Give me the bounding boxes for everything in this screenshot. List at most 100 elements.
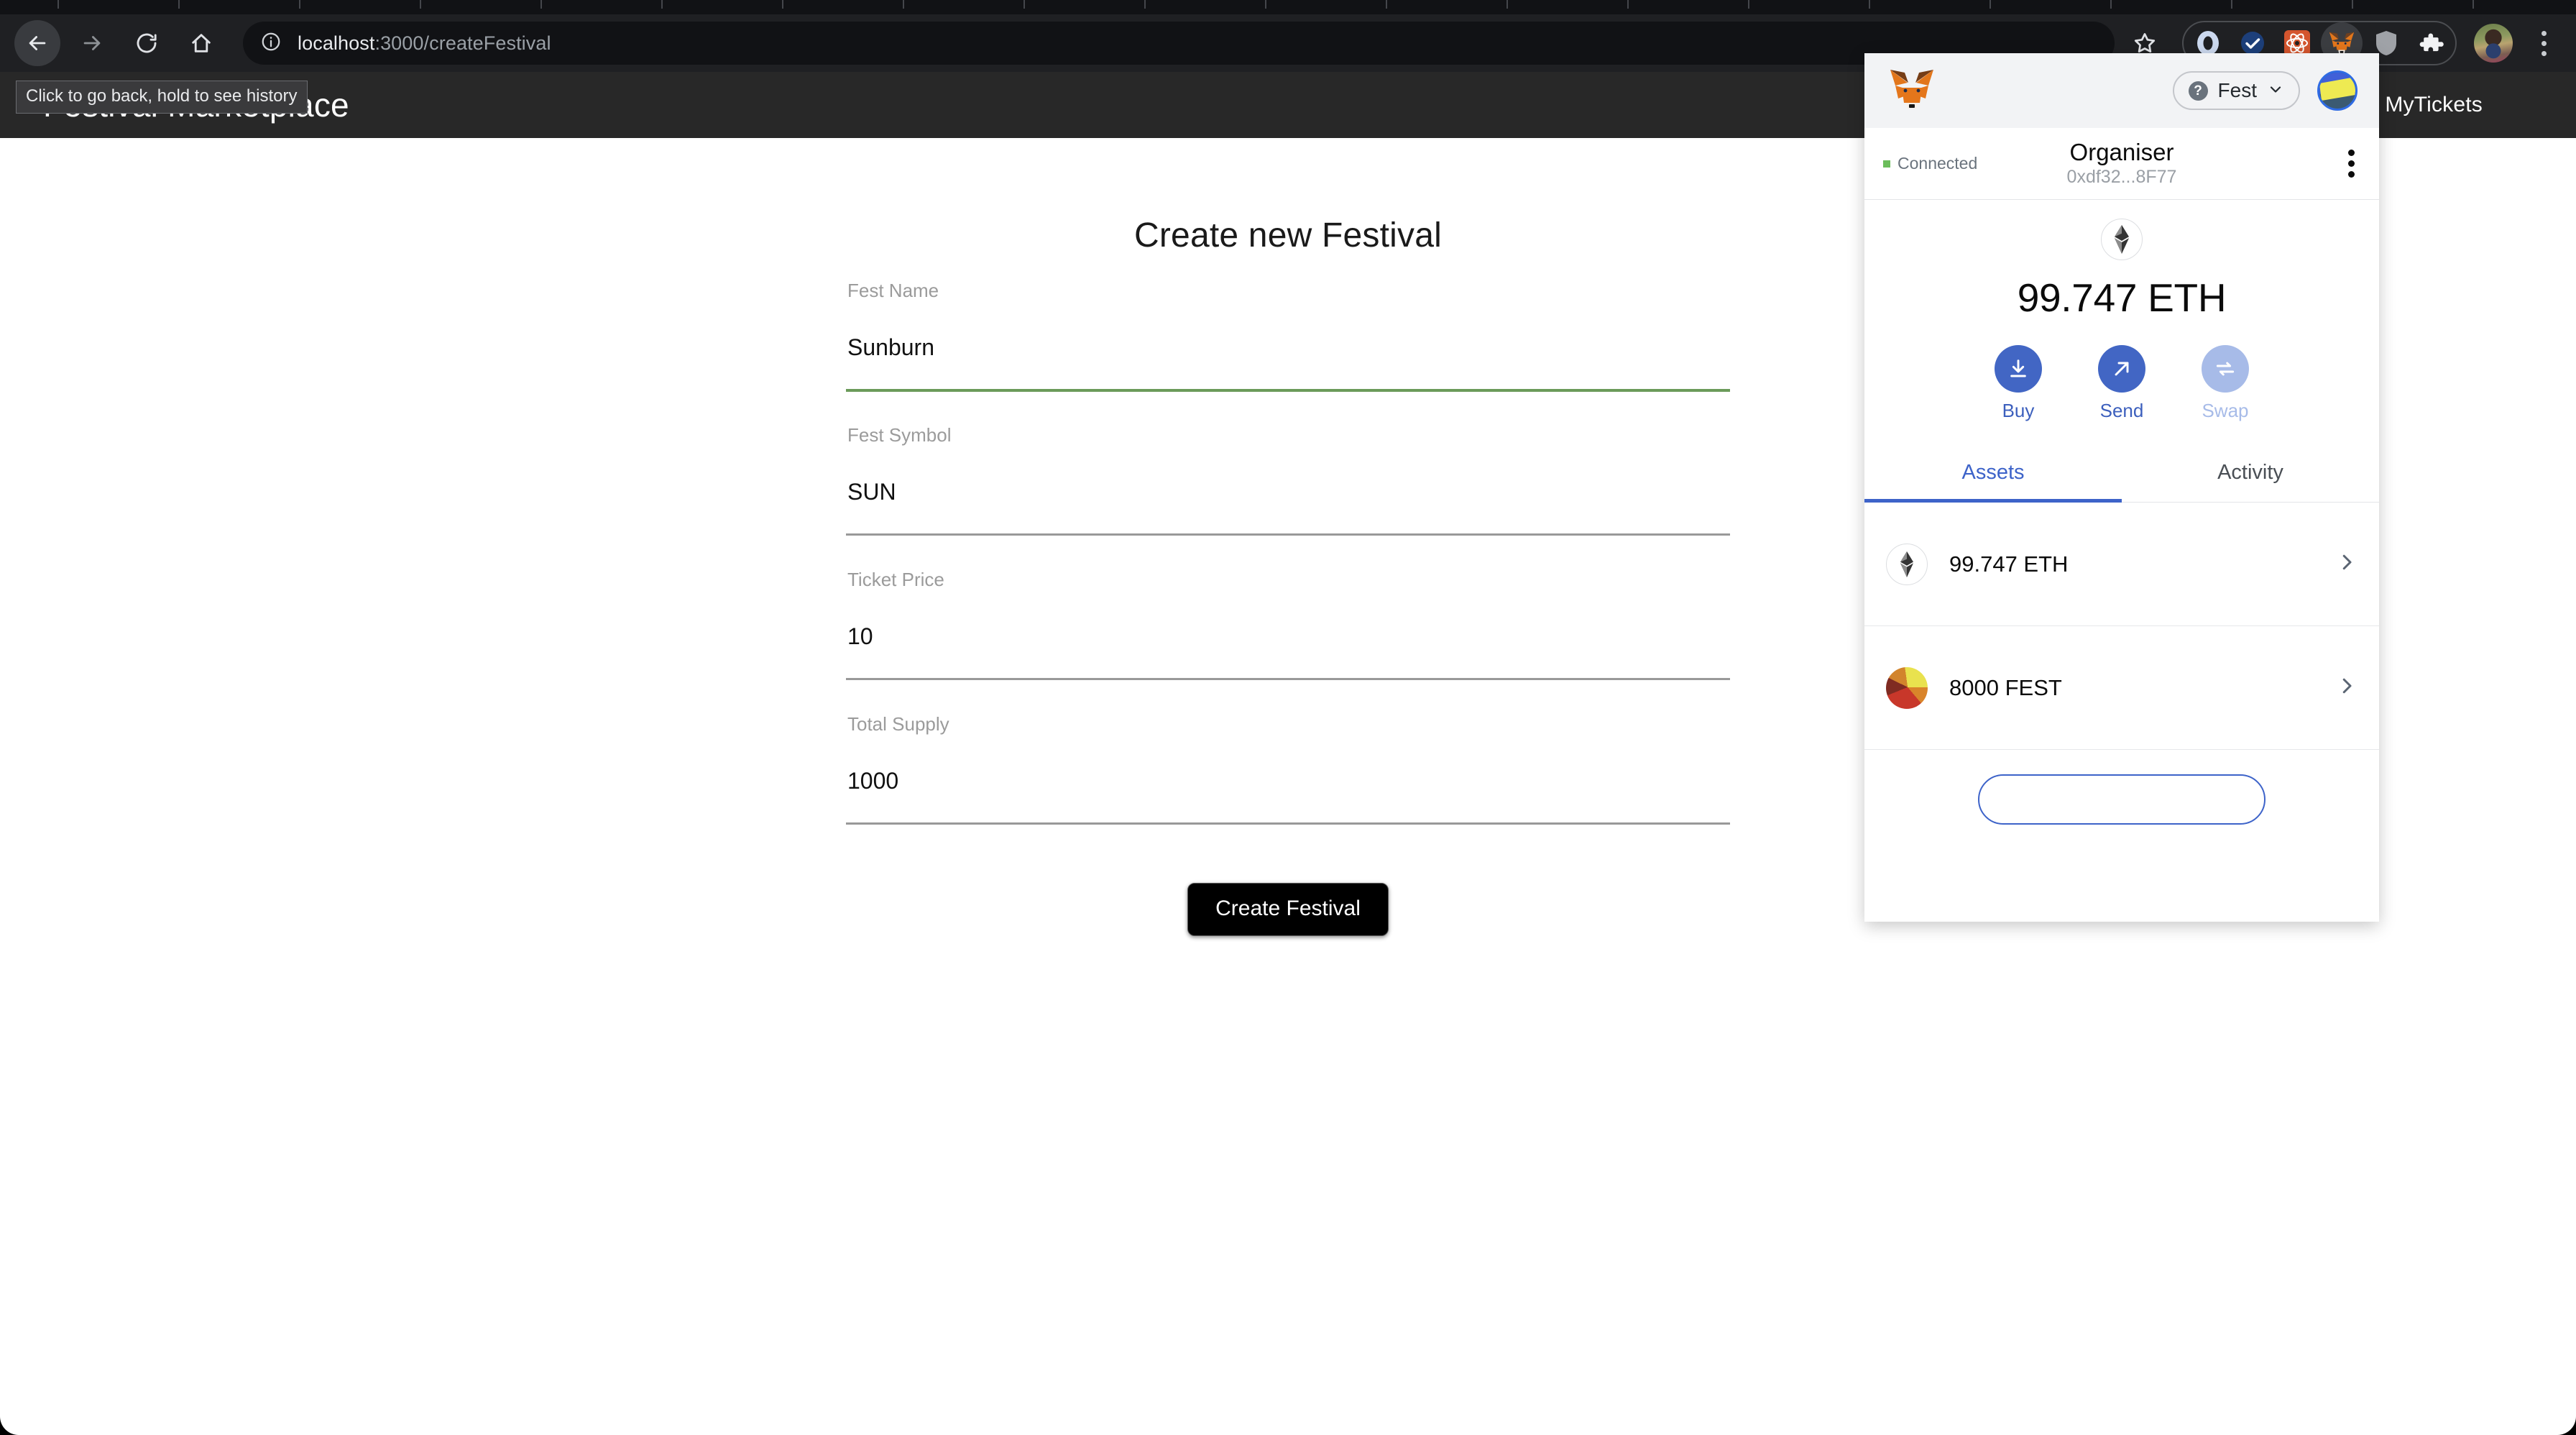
- tab-separator: [1627, 0, 1629, 9]
- network-name: Fest: [2218, 79, 2257, 102]
- tab-separator: [299, 0, 300, 9]
- field-label-ticket-price: Ticket Price: [846, 569, 1730, 591]
- asset-row-fest[interactable]: 8000 FEST: [1864, 626, 2379, 750]
- tab-strip[interactable]: [0, 0, 2576, 14]
- back-arrow-icon[interactable]: [14, 20, 60, 66]
- input-ticket-price[interactable]: 10: [846, 623, 1730, 650]
- puzzle-extensions-icon[interactable]: [2416, 29, 2445, 58]
- menu-dot: [2348, 171, 2355, 178]
- tab-separator: [2352, 0, 2353, 9]
- swap-arrows-icon: [2202, 345, 2249, 393]
- tab-separator: [1748, 0, 1749, 9]
- tab-separator: [1869, 0, 1870, 9]
- asset-row-eth[interactable]: 99.747 ETH: [1864, 503, 2379, 626]
- tab-separator: [58, 0, 59, 9]
- tab-separator: [2231, 0, 2232, 9]
- reload-icon[interactable]: [124, 20, 170, 66]
- tab-separator: [1386, 0, 1387, 9]
- metamask-popup: ? Fest Connected: [1864, 53, 2379, 922]
- buy-button[interactable]: Buy: [1995, 345, 2042, 422]
- field-label-fest-symbol: Fest Symbol: [846, 424, 1730, 446]
- url-host: localhost: [298, 32, 374, 54]
- menu-dot: [2348, 150, 2355, 156]
- field-underline-ticket-price: [846, 678, 1730, 680]
- tab-separator: [2472, 0, 2474, 9]
- account-avatar[interactable]: [2317, 70, 2358, 111]
- menu-dot: [2542, 31, 2547, 36]
- send-label: Send: [2100, 400, 2144, 422]
- tab-separator: [420, 0, 421, 9]
- site-info-icon[interactable]: [260, 31, 282, 56]
- input-total-supply[interactable]: 1000: [846, 768, 1730, 794]
- field-label-fest-name: Fest Name: [846, 280, 1730, 302]
- send-button[interactable]: Send: [2098, 345, 2145, 422]
- connected-label: Connected: [1898, 154, 1977, 173]
- forward-arrow-icon[interactable]: [69, 20, 115, 66]
- create-festival-form: Create new Festival Fest Name Sunburn Fe…: [846, 216, 1730, 936]
- field-ticket-price[interactable]: Ticket Price 10: [846, 569, 1730, 704]
- metamask-actions: Buy Send Swap: [1864, 345, 2379, 422]
- menu-dot: [2542, 41, 2547, 46]
- form-title: Create new Festival: [846, 216, 1730, 255]
- swap-label: Swap: [2202, 400, 2248, 422]
- field-total-supply[interactable]: Total Supply 1000: [846, 713, 1730, 848]
- tab-assets[interactable]: Assets: [1864, 448, 2122, 503]
- field-fest-symbol[interactable]: Fest Symbol SUN: [846, 424, 1730, 559]
- tab-activity[interactable]: Activity: [2122, 448, 2379, 503]
- fest-token-icon: [1886, 667, 1928, 709]
- tab-separator: [782, 0, 783, 9]
- ethereum-icon: [2101, 219, 2143, 260]
- tab-separator: [903, 0, 904, 9]
- field-underline-fest-symbol: [846, 533, 1730, 536]
- buy-label: Buy: [2002, 400, 2035, 422]
- question-mark-icon: ?: [2189, 81, 2208, 101]
- browser-window: localhost:3000/createFestival: [0, 0, 2576, 1435]
- tab-separator: [1506, 0, 1508, 9]
- field-label-total-supply: Total Supply: [846, 713, 1730, 735]
- metamask-fox-logo-icon: [1886, 67, 1938, 114]
- home-icon[interactable]: [178, 20, 224, 66]
- download-arrow-icon: [1995, 345, 2042, 393]
- metamask-footer-area: [1864, 750, 2379, 922]
- tab-separator: [1990, 0, 1991, 9]
- chrome-menu-icon[interactable]: [2526, 22, 2562, 65]
- asset-label-eth: 99.747 ETH: [1949, 551, 2068, 577]
- menu-dot: [2348, 160, 2355, 167]
- url-path: :3000/createFestival: [374, 32, 551, 54]
- account-balance: 99.747 ETH: [2018, 275, 2227, 321]
- connection-status: Connected: [1883, 154, 1977, 173]
- metamask-tabs: Assets Activity: [1864, 448, 2379, 503]
- chevron-right-icon: [2336, 551, 2358, 577]
- address-bar[interactable]: localhost:3000/createFestival: [243, 22, 2115, 65]
- account-options-menu-icon[interactable]: [2342, 144, 2360, 183]
- field-fest-name[interactable]: Fest Name Sunburn: [846, 280, 1730, 415]
- swap-button[interactable]: Swap: [2202, 345, 2249, 422]
- field-underline-total-supply: [846, 822, 1730, 825]
- tab-separator: [540, 0, 542, 9]
- tab-separator: [178, 0, 180, 9]
- metamask-topbar: ? Fest: [1864, 53, 2379, 128]
- create-festival-button[interactable]: Create Festival: [1187, 883, 1389, 936]
- chevron-down-icon: [2267, 81, 2284, 101]
- input-fest-name[interactable]: Sunburn: [846, 334, 1730, 361]
- back-button-tooltip: Click to go back, hold to see history: [16, 81, 308, 114]
- asset-label-fest: 8000 FEST: [1949, 675, 2062, 701]
- metamask-account-bar: Connected Organiser 0xdf32...8F77: [1864, 128, 2379, 200]
- ethereum-icon: [1886, 544, 1928, 585]
- url-text: localhost:3000/createFestival: [298, 32, 551, 55]
- connected-dot-icon: [1883, 160, 1890, 168]
- menu-dot: [2542, 51, 2547, 56]
- metamask-topbar-right: ? Fest: [2173, 70, 2358, 111]
- metamask-balance-area: 99.747 ETH: [1864, 200, 2379, 321]
- field-underline-fest-name: [846, 389, 1730, 392]
- tab-separator: [1265, 0, 1266, 9]
- nav-link-mytickets[interactable]: MyTickets: [2385, 93, 2483, 117]
- tab-separator: [2110, 0, 2112, 9]
- network-selector[interactable]: ? Fest: [2173, 71, 2300, 110]
- import-tokens-button[interactable]: [1978, 774, 2266, 825]
- tab-separator: [1144, 0, 1146, 9]
- tab-separator: [661, 0, 663, 9]
- profile-avatar[interactable]: [2474, 24, 2513, 63]
- tab-separator: [1024, 0, 1025, 9]
- input-fest-symbol[interactable]: SUN: [846, 479, 1730, 505]
